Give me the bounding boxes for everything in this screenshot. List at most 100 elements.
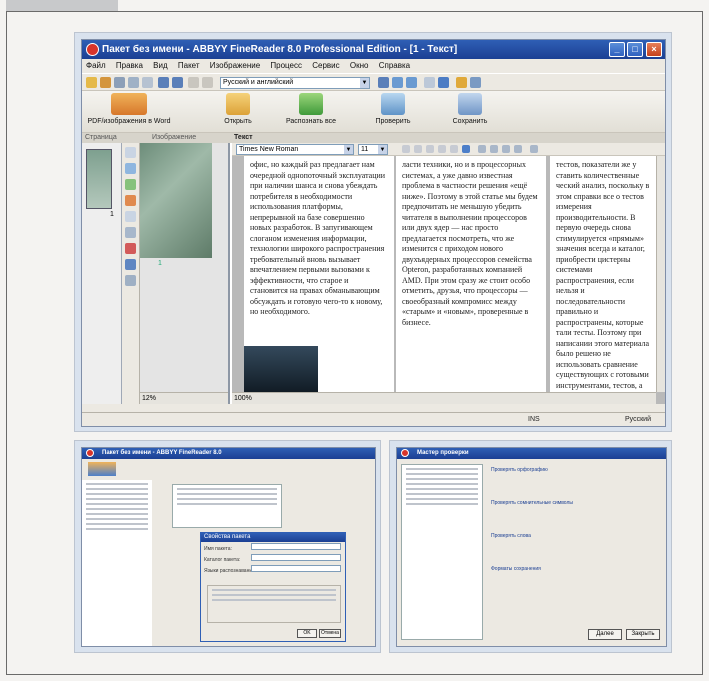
order-icon[interactable]: [125, 259, 136, 270]
batch-folder-input[interactable]: [251, 554, 341, 561]
picture-area-icon[interactable]: [125, 179, 136, 190]
size-combo[interactable]: 11 ▼: [358, 144, 388, 155]
format-toolbar: Times New Roman ▼ 11 ▼: [232, 143, 665, 156]
undo-icon[interactable]: [158, 77, 169, 88]
align-center-icon[interactable]: [490, 145, 498, 153]
open-icon[interactable]: [100, 77, 111, 88]
wizard-next-button[interactable]: Далее: [588, 629, 622, 640]
preview-left-tree: [172, 484, 282, 528]
language-combo[interactable]: Русский и английский ▼: [220, 77, 370, 89]
new-icon[interactable]: [86, 77, 97, 88]
open-button[interactable]: Открыть: [218, 93, 258, 131]
image-tools: [122, 143, 140, 404]
minimize-button[interactable]: _: [609, 42, 625, 57]
options-icon[interactable]: [456, 77, 467, 88]
save-icon: [458, 93, 482, 115]
align-right-icon[interactable]: [502, 145, 510, 153]
menu-help[interactable]: Справка: [379, 61, 410, 70]
menu-process[interactable]: Процесс: [270, 61, 302, 70]
step-spelling[interactable]: Проверять орфографию: [491, 466, 660, 475]
maximize-button[interactable]: □: [627, 42, 643, 57]
image-pane-title: Изображение: [152, 134, 197, 141]
zoom-icon[interactable]: [392, 77, 403, 88]
paste-icon[interactable]: [142, 77, 153, 88]
dialog-options-group: [207, 585, 341, 623]
wizard-steps: Проверять орфографию Проверять сомнитель…: [491, 466, 660, 616]
dialog-ok-button[interactable]: OK: [297, 629, 317, 638]
wizard-close-button[interactable]: Закрыть: [626, 629, 660, 640]
page-view-icon[interactable]: [406, 77, 417, 88]
preview-right-panel: Мастер проверки Проверять орфографию Про…: [389, 440, 672, 653]
text-zoom-bar[interactable]: 100%: [232, 392, 656, 404]
dialog-cancel-button[interactable]: Отмена: [319, 629, 341, 638]
menu-file[interactable]: Файл: [86, 61, 106, 70]
save-button[interactable]: Сохранить: [444, 93, 496, 131]
italic-icon[interactable]: [414, 145, 422, 153]
status-bar: INS Русский: [82, 412, 665, 426]
hand-tool-icon[interactable]: [125, 211, 136, 222]
title-bar: Пакет без имени - ABBYY FineReader 8.0 P…: [82, 40, 665, 59]
step-uncertain[interactable]: Проверять сомнительные символы: [491, 499, 660, 508]
layout-icon[interactable]: [378, 77, 389, 88]
text-column-3[interactable]: тестов, показатели же у ставить количест…: [550, 156, 658, 392]
subscript-icon[interactable]: [450, 145, 458, 153]
split-view-icon[interactable]: [424, 77, 435, 88]
menu-tools[interactable]: Сервис: [312, 61, 339, 70]
image-page-number: 1: [158, 260, 162, 267]
open-label: Открыть: [224, 118, 252, 125]
underline-icon[interactable]: [426, 145, 434, 153]
batch-name-input[interactable]: [251, 543, 341, 550]
check-wizard-window: Мастер проверки Проверять орфографию Про…: [396, 447, 667, 647]
back-icon[interactable]: [188, 77, 199, 88]
chevron-down-icon: ▼: [360, 78, 369, 88]
justify-icon[interactable]: [514, 145, 522, 153]
menu-view[interactable]: Вид: [153, 61, 167, 70]
pages-pane-title: Страница: [85, 134, 117, 141]
highlight-icon[interactable]: [462, 145, 470, 153]
step-formats[interactable]: Форматы сохранения: [491, 565, 660, 574]
text-area-icon[interactable]: [125, 163, 136, 174]
font-combo[interactable]: Times New Roman ▼: [236, 144, 354, 155]
align-left-icon[interactable]: [478, 145, 486, 153]
languages-input[interactable]: [251, 565, 341, 572]
menu-batch[interactable]: Пакет: [178, 61, 200, 70]
delete-area-icon[interactable]: [125, 243, 136, 254]
pages-pane: 1: [82, 143, 122, 404]
pdf-to-word-button[interactable]: PDF/изображения в Word: [86, 93, 172, 131]
workspace: 1 1 12% Times New Roman ▼ 11 ▼ офис, но …: [82, 143, 665, 404]
forward-icon[interactable]: [202, 77, 213, 88]
copy-icon[interactable]: [128, 77, 139, 88]
superscript-icon[interactable]: [438, 145, 446, 153]
recognize-icon: [299, 93, 323, 115]
dialog-title: Свойства пакета: [204, 534, 251, 540]
cut-icon[interactable]: [114, 77, 125, 88]
bold-icon[interactable]: [402, 145, 410, 153]
paragraph-icon[interactable]: [530, 145, 538, 153]
text-view-icon[interactable]: [438, 77, 449, 88]
menu-edit[interactable]: Правка: [116, 61, 143, 70]
select-tool-icon[interactable]: [125, 147, 136, 158]
text-column-2[interactable]: ласти техники, но и в процессорных систе…: [396, 156, 546, 392]
preview-left-title: Пакет без имени - ABBYY FineReader 8.0: [102, 450, 222, 456]
pdf-to-word-icon: [111, 93, 147, 115]
preview-left-window: Пакет без имени - ABBYY FineReader 8.0 С…: [81, 447, 376, 647]
image-pane: 1 12%: [140, 143, 230, 404]
step-words[interactable]: Проверять слова: [491, 532, 660, 541]
menu-window[interactable]: Окно: [350, 61, 369, 70]
scanned-image: [140, 143, 212, 258]
vertical-scrollbar[interactable]: [656, 156, 665, 392]
page-thumbnail[interactable]: [86, 149, 112, 209]
menu-bar: Файл Правка Вид Пакет Изображение Процес…: [82, 59, 665, 73]
close-button[interactable]: ×: [646, 42, 662, 57]
grid-icon[interactable]: [125, 275, 136, 286]
text-pane-title: Текст: [234, 134, 253, 141]
recognize-all-button[interactable]: Распознать все: [278, 93, 344, 131]
help-icon[interactable]: [470, 77, 481, 88]
image-zoom-bar[interactable]: 12%: [140, 392, 228, 404]
table-area-icon[interactable]: [125, 195, 136, 206]
check-button[interactable]: Проверить: [368, 93, 418, 131]
menu-image[interactable]: Изображение: [210, 61, 260, 70]
zoom-tool-icon[interactable]: [125, 227, 136, 238]
redo-icon[interactable]: [172, 77, 183, 88]
wizard-side-panel: [401, 464, 483, 640]
